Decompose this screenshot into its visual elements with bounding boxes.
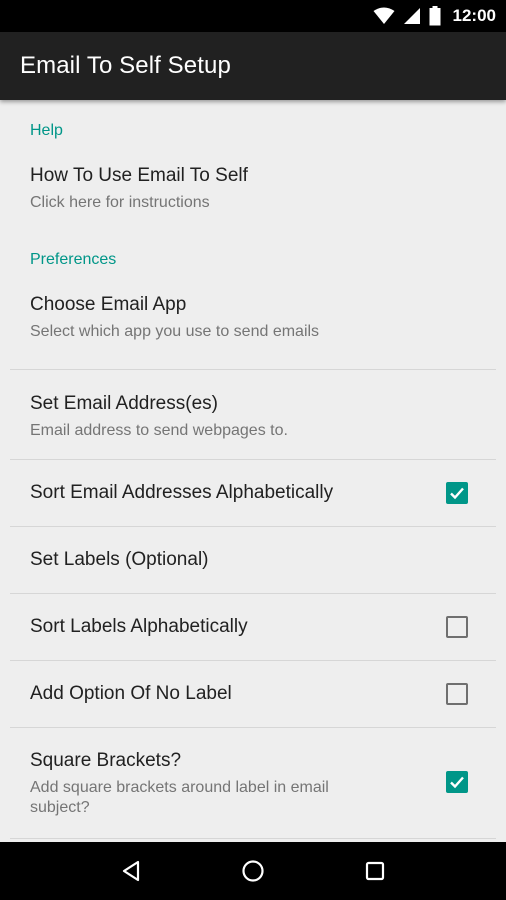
home-icon (242, 860, 264, 882)
pref-choose-email-app[interactable]: Choose Email App Select which app you us… (0, 269, 506, 369)
wifi-icon (373, 7, 395, 25)
pref-title: Choose Email App (30, 294, 187, 315)
pref-sort-email-addresses[interactable]: Sort Email Addresses Alphabetically (0, 460, 506, 526)
pref-square-brackets[interactable]: Square Brackets? Add square brackets aro… (0, 728, 506, 838)
pref-summary: Add square brackets around label in emai… (30, 779, 329, 816)
pref-sort-labels[interactable]: Sort Labels Alphabetically (0, 594, 506, 660)
pref-summary: Select which app you use to send emails (30, 323, 320, 340)
no-label-option-checkbox[interactable] (446, 683, 468, 705)
category-help: Help (30, 122, 63, 139)
page-title: Email To Self Setup (20, 52, 231, 79)
pref-set-labels[interactable]: Set Labels (Optional) (0, 527, 506, 593)
category-preferences: Preferences (30, 251, 117, 268)
checkmark-icon (450, 776, 464, 789)
signal-icon (403, 7, 421, 25)
pref-title: Square Brackets? (30, 750, 182, 771)
battery-icon (429, 6, 441, 26)
pref-title: Sort Labels Alphabetically (30, 616, 248, 637)
pref-set-email-addresses[interactable]: Set Email Address(es) Email address to s… (0, 370, 506, 459)
status-bar: 12:00 (0, 0, 506, 32)
pref-title: Set Labels (Optional) (30, 549, 209, 570)
navigation-bar (0, 842, 506, 900)
status-time: 12:00 (452, 6, 496, 25)
pref-no-label-option[interactable]: Add Option Of No Label (0, 661, 506, 727)
pref-title: How To Use Email To Self (30, 165, 248, 186)
pref-summary: Click here for instructions (30, 194, 210, 211)
divider (10, 838, 496, 839)
back-icon (122, 860, 140, 882)
pref-how-to-use[interactable]: How To Use Email To Self Click here for … (0, 140, 506, 246)
sort-email-addresses-checkbox[interactable] (446, 482, 468, 504)
pref-title: Add Option Of No Label (30, 683, 232, 704)
pref-summary: Email address to send webpages to. (30, 422, 288, 439)
recents-button[interactable] (355, 851, 395, 891)
preferences-list: Help How To Use Email To Self Click here… (0, 100, 506, 842)
sort-labels-checkbox[interactable] (446, 616, 468, 638)
checkmark-icon (450, 487, 464, 500)
pref-title: Sort Email Addresses Alphabetically (30, 482, 334, 503)
back-button[interactable] (111, 851, 151, 891)
home-button[interactable] (233, 851, 273, 891)
recents-icon (365, 861, 385, 881)
square-brackets-checkbox[interactable] (446, 771, 468, 793)
pref-title: Set Email Address(es) (30, 393, 218, 414)
app-bar: Email To Self Setup (0, 32, 506, 100)
